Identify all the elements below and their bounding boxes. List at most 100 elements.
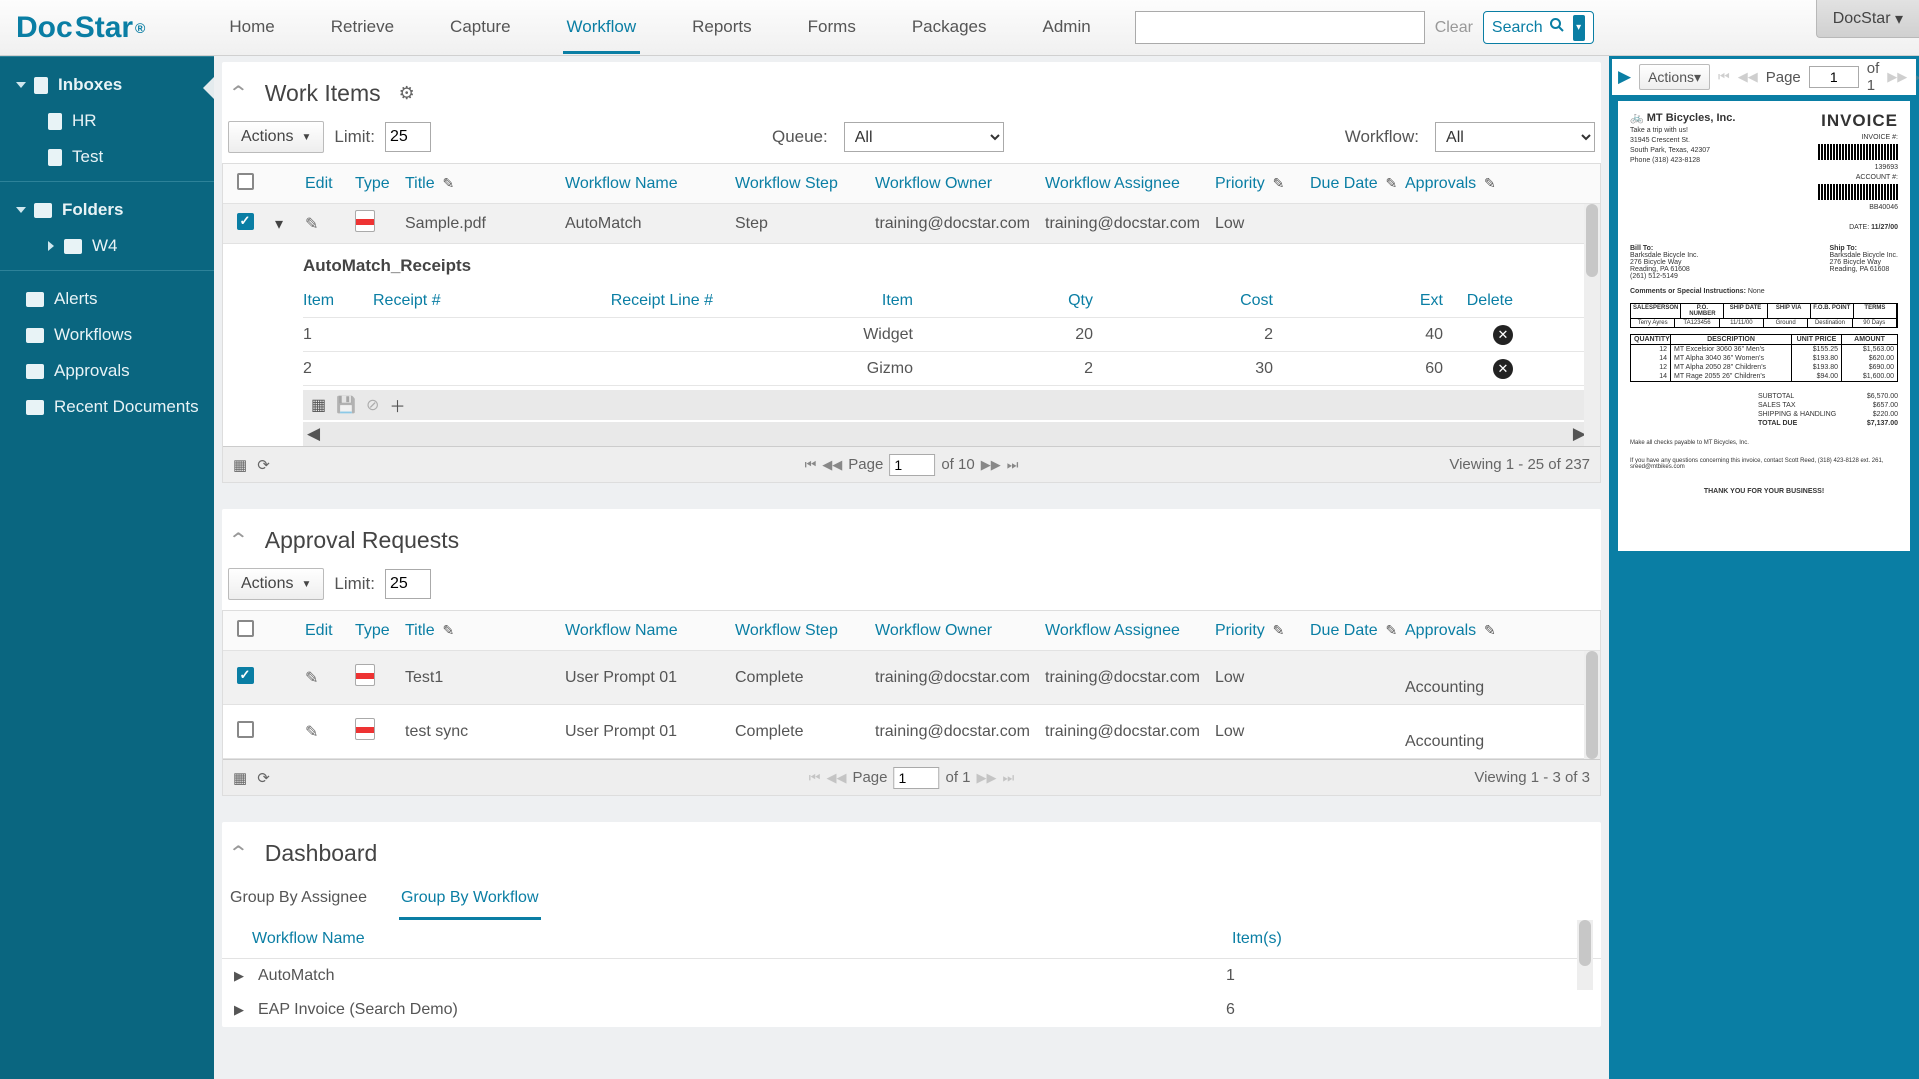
document-preview[interactable]: 🚲 MT Bicycles, Inc. Take a trip with us!… [1618,101,1910,551]
select-all-checkbox[interactable] [237,173,254,190]
subgrid-disk-icon[interactable]: 💾 [336,395,356,415]
actions-button[interactable]: Actions▼ [228,568,324,600]
limit-input[interactable] [385,569,431,599]
sidebar-inbox-item[interactable]: Test [0,139,214,175]
dashboard-row[interactable]: ▶ EAP Invoice (Search Demo)6 [222,993,1601,1027]
col-duedate[interactable]: Due Date ✎ [1302,622,1397,640]
nav-packages[interactable]: Packages [908,1,991,54]
edit-row-icon[interactable]: ✎ [305,724,318,741]
limit-input[interactable] [385,122,431,152]
col-edit[interactable]: Edit [297,622,347,640]
subgrid-hscroll[interactable]: ◀▶ [303,422,1590,446]
dashboard-tab[interactable]: Group By Assignee [228,883,369,920]
nav-home[interactable]: Home [225,1,278,54]
sidebar-inboxes[interactable]: Inboxes [0,67,214,103]
col-title[interactable]: Title ✎ [397,622,557,640]
dashboard-tab[interactable]: Group By Workflow [399,883,541,920]
sidebar-folder-item[interactable]: W4 [0,228,214,264]
prev-page-icon[interactable]: ◀◀ [1738,69,1758,85]
sidebar-folders[interactable]: Folders [0,192,214,228]
prev-page-icon[interactable]: ◀◀ [826,770,846,786]
col-owner[interactable]: Workflow Owner [867,175,1037,193]
col-wfname[interactable]: Workflow Name [557,622,727,640]
grid-row[interactable]: ✎ Test1User Prompt 01 Completetraining@d… [223,651,1600,705]
page-input[interactable] [889,454,935,476]
subgrid-cancel-icon[interactable]: ⊘ [366,395,379,415]
grid-row[interactable]: ✎ test syncUser Prompt 01 Completetraini… [223,705,1600,759]
subcol-ext[interactable]: Ext [1273,292,1443,310]
last-page-icon[interactable]: ⏭ [1003,770,1015,786]
first-page-icon[interactable]: ⏮ [1718,69,1730,85]
dashboard-row[interactable]: ▶ AutoMatch1 [222,959,1601,993]
col-assignee[interactable]: Workflow Assignee [1037,622,1207,640]
grid-settings-icon[interactable]: ▦ [233,769,247,787]
collapse-icon[interactable]: ⌃ [227,81,249,106]
clear-button[interactable]: Clear [1435,19,1473,37]
expand-icon[interactable]: ▶ [234,968,244,984]
subcol-delete[interactable]: Delete [1443,292,1543,310]
subcol-qty[interactable]: Qty [913,292,1093,310]
nav-admin[interactable]: Admin [1039,1,1095,54]
grid-row[interactable]: ▾ ✎ Sample.pdf AutoMatch Step training@d… [223,204,1600,244]
refresh-icon[interactable]: ⟳ [257,456,270,474]
subcol-cost[interactable]: Cost [1093,292,1273,310]
col-duedate[interactable]: Due Date ✎ [1302,175,1397,193]
pencil-icon[interactable]: ✎ [1480,175,1496,191]
nav-workflow[interactable]: Workflow [563,1,641,54]
col-priority[interactable]: Priority ✎ [1207,622,1302,640]
next-page-icon[interactable]: ▶▶ [977,770,997,786]
collapse-icon[interactable]: ⌃ [227,528,249,553]
nav-capture[interactable]: Capture [446,1,514,54]
preview-actions-button[interactable]: Actions ▾ [1639,64,1710,90]
prev-page-icon[interactable]: ◀◀ [822,457,842,473]
col-owner[interactable]: Workflow Owner [867,622,1037,640]
subcol-receipt[interactable]: Receipt # [373,292,543,310]
search-dropdown-caret[interactable]: ▾ [1573,15,1585,41]
row-checkbox[interactable] [237,213,254,230]
nav-reports[interactable]: Reports [688,1,756,54]
page-input[interactable] [894,767,940,789]
dashboard-vscroll[interactable] [1577,920,1593,990]
user-menu-button[interactable]: DocStar ▾ [1816,0,1919,38]
subcol-receiptline[interactable]: Receipt Line # [543,292,713,310]
col-wfstep[interactable]: Workflow Step [727,175,867,193]
col-wfstep[interactable]: Workflow Step [727,622,867,640]
nav-retrieve[interactable]: Retrieve [327,1,398,54]
refresh-icon[interactable]: ⟳ [257,769,270,787]
col-wfname[interactable]: Workflow Name [557,175,727,193]
sidebar-link[interactable]: Workflows [0,317,214,353]
delete-row-icon[interactable]: ✕ [1493,325,1513,345]
pencil-icon[interactable]: ✎ [1382,175,1397,191]
subgrid-save-icon[interactable]: ▦ [311,395,326,415]
sidebar-link[interactable]: Alerts [0,281,214,317]
pencil-icon[interactable]: ✎ [439,175,455,191]
logo[interactable]: DocStar® [10,11,145,45]
search-input[interactable] [1135,11,1425,44]
col-edit[interactable]: Edit [297,175,347,193]
pencil-icon[interactable]: ✎ [1269,175,1285,191]
edit-row-icon[interactable]: ✎ [305,216,318,233]
first-page-icon[interactable]: ⏮ [805,457,817,473]
subgrid-add-icon[interactable]: ＋ [389,393,405,417]
col-type[interactable]: Type [347,175,397,193]
first-page-icon[interactable]: ⏮ [809,770,821,786]
last-page-icon[interactable]: ⏭ [1915,69,1919,85]
next-page-icon[interactable]: ▶▶ [1887,69,1907,85]
grid-vscroll[interactable] [1584,204,1600,446]
next-page-icon[interactable]: ▶▶ [981,457,1001,473]
subcol-item[interactable]: Item [303,292,373,310]
grid-settings-icon[interactable]: ▦ [233,456,247,474]
row-checkbox[interactable] [237,721,254,738]
expand-icon[interactable]: ▶ [1618,67,1631,87]
workflow-select[interactable]: All [1435,122,1595,152]
row-checkbox[interactable] [237,667,254,684]
actions-button[interactable]: Actions▼ [228,121,324,153]
col-workflow-name[interactable]: Workflow Name [252,930,1232,948]
expand-toggle[interactable]: ▾ [267,214,297,234]
last-page-icon[interactable]: ⏭ [1007,457,1019,473]
col-type[interactable]: Type [347,622,397,640]
subgrid-row[interactable]: 1 Widget20 240 ✕ [303,318,1590,352]
col-title[interactable]: Title ✎ [397,175,557,193]
nav-forms[interactable]: Forms [804,1,860,54]
col-items[interactable]: Item(s) [1232,930,1282,948]
